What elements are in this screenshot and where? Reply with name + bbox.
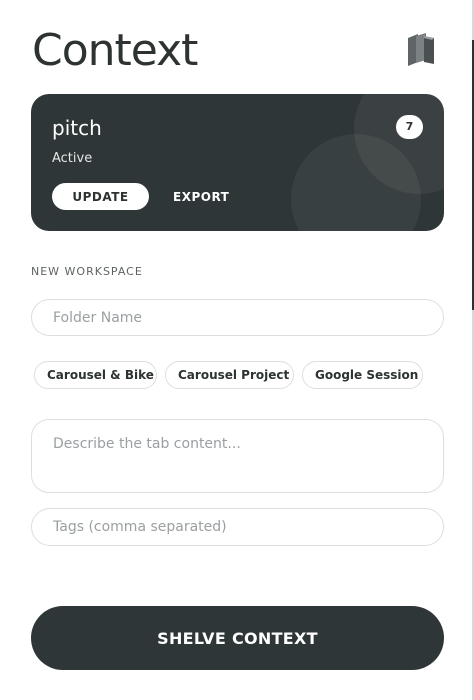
suggestion-chip[interactable]: Carousel & Bike	[34, 361, 157, 389]
context-panel: Context pitch Active 7 UPDATE EXPORT NEW…	[0, 0, 474, 700]
tab-count-badge: 7	[396, 115, 423, 139]
page-title: Context	[32, 25, 198, 76]
description-input[interactable]	[31, 419, 444, 493]
context-name: pitch	[52, 116, 102, 140]
active-context-card: pitch Active 7 UPDATE EXPORT	[31, 94, 444, 231]
shelve-context-button[interactable]: SHELVE CONTEXT	[31, 606, 444, 670]
context-status: Active	[52, 151, 93, 166]
folder-name-input[interactable]	[31, 299, 444, 336]
books-icon[interactable]	[406, 32, 438, 68]
suggestion-chip[interactable]: Google Session	[302, 361, 423, 389]
export-button[interactable]: EXPORT	[173, 183, 229, 210]
update-button[interactable]: UPDATE	[52, 183, 149, 210]
suggestion-chip[interactable]: Carousel Project	[165, 361, 294, 389]
new-workspace-heading: NEW WORKSPACE	[31, 265, 143, 278]
tags-input[interactable]	[31, 508, 444, 546]
